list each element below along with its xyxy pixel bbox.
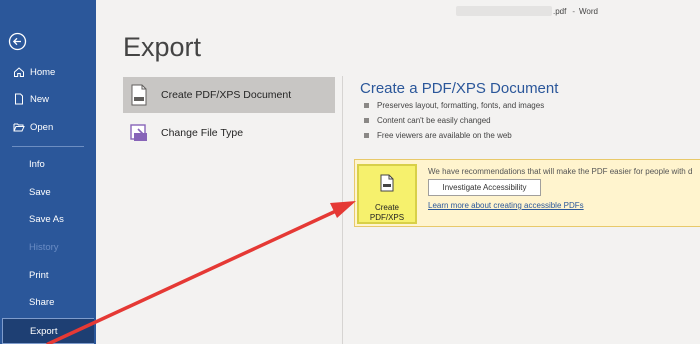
app-name: Word xyxy=(579,6,598,16)
export-option-label: Change File Type xyxy=(161,127,244,139)
sidebar-item-label: Save As xyxy=(29,213,64,225)
change-file-type-icon xyxy=(129,122,149,144)
sidebar-item-label: Home xyxy=(30,66,56,78)
backstage-sidebar: Home New Open Info Save Save As History … xyxy=(0,0,96,344)
create-button-label: Create PDF/XPS xyxy=(370,203,404,223)
bullet-text: Preserves layout, formatting, fonts, and… xyxy=(377,101,545,110)
bullet-square-icon xyxy=(364,118,369,123)
sidebar-item-info[interactable]: Info xyxy=(0,153,96,175)
sidebar-item-label: New xyxy=(30,93,50,105)
bullet-item: Preserves layout, formatting, fonts, and… xyxy=(364,101,544,110)
new-document-icon xyxy=(12,92,26,106)
sidebar-divider xyxy=(12,146,84,147)
sidebar-item-label: Info xyxy=(29,158,45,170)
pane-divider xyxy=(342,76,343,344)
pdf-create-icon xyxy=(379,174,395,197)
window-title: .pdf - Word xyxy=(456,6,598,16)
bullet-square-icon xyxy=(364,103,369,108)
sidebar-item-save[interactable]: Save xyxy=(0,181,96,203)
create-pdf-xps-button[interactable]: Create PDF/XPS xyxy=(357,164,417,224)
export-option-label: Create PDF/XPS Document xyxy=(161,89,292,101)
sidebar-item-print[interactable]: Print xyxy=(0,264,96,286)
sidebar-item-share[interactable]: Share xyxy=(0,291,96,313)
bullet-text: Content can't be easily changed xyxy=(377,116,491,125)
page-title: Export xyxy=(123,32,202,62)
blurred-filename xyxy=(456,6,552,16)
sidebar-item-export[interactable]: Export xyxy=(2,318,94,344)
bullet-square-icon xyxy=(364,133,369,138)
bullet-text: Free viewers are available on the web xyxy=(377,131,512,140)
recommendation-text: We have recommendations that will make t… xyxy=(428,167,693,176)
bullet-item: Free viewers are available on the web xyxy=(364,131,512,140)
create-label-line2: PDF/XPS xyxy=(369,213,405,222)
learn-more-link[interactable]: Learn more about creating accessible PDF… xyxy=(428,201,584,210)
pane-title: Create a PDF/XPS Document xyxy=(360,80,559,97)
sidebar-item-new[interactable]: New xyxy=(0,88,96,110)
sidebar-item-label: Print xyxy=(29,269,49,281)
back-arrow-icon[interactable] xyxy=(8,32,27,51)
title-separator: - xyxy=(572,6,576,16)
home-icon xyxy=(12,65,26,79)
create-label-line1: Create xyxy=(374,203,399,212)
pdf-document-icon xyxy=(129,84,149,106)
sidebar-item-home[interactable]: Home xyxy=(0,61,96,83)
export-option-change-file-type[interactable]: Change File Type xyxy=(123,115,335,151)
sidebar-item-label: Save xyxy=(29,186,51,198)
sidebar-item-label: History xyxy=(29,241,59,253)
folder-open-icon xyxy=(12,120,26,134)
sidebar-item-label: Open xyxy=(30,121,54,133)
sidebar-item-history: History xyxy=(0,236,96,258)
sidebar-item-label: Share xyxy=(29,296,55,308)
export-option-create-pdf[interactable]: Create PDF/XPS Document xyxy=(123,77,335,113)
investigate-accessibility-button[interactable]: Investigate Accessibility xyxy=(428,179,541,196)
sidebar-item-label: Export xyxy=(30,325,58,337)
bullet-item: Content can't be easily changed xyxy=(364,116,491,125)
sidebar-item-open[interactable]: Open xyxy=(0,116,96,138)
filename-suffix: .pdf xyxy=(553,6,567,16)
sidebar-item-save-as[interactable]: Save As xyxy=(0,208,96,230)
